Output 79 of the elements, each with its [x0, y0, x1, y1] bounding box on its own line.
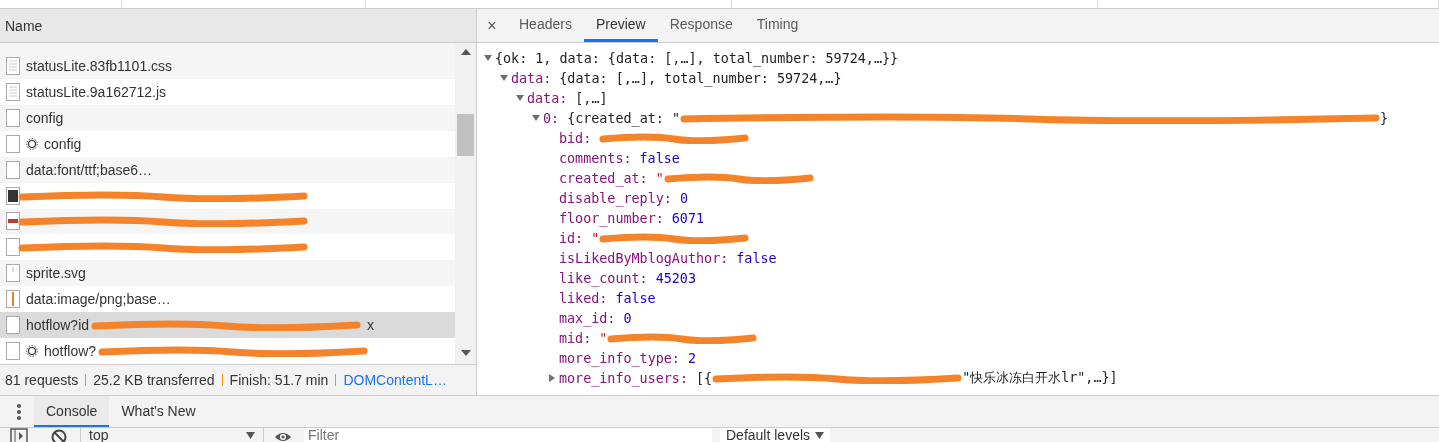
property-value: [,…]: [575, 90, 608, 106]
property-value: {created_at: ": [567, 110, 680, 126]
request-name: sprite.svg: [26, 265, 86, 282]
property-value: false: [639, 150, 680, 166]
request-row[interactable]: statusLite.83fb1101.css: [0, 52, 455, 79]
request-row[interactable]: data:font/ttf;base6…: [0, 156, 455, 183]
request-name: statusLite.83fb1101.css: [26, 57, 173, 74]
expanded-triangle-icon[interactable]: [531, 113, 541, 123]
request-name: hotflow?: [44, 343, 97, 360]
detail-tab[interactable]: Timing: [744, 9, 811, 42]
detail-tab[interactable]: Preview: [583, 9, 658, 42]
property-key: data:: [511, 70, 552, 86]
request-name: hotflow?id: [26, 317, 90, 334]
request-name: data:font/ttf;base6…: [26, 161, 153, 178]
clear-console-icon[interactable]: [50, 428, 68, 442]
property-value: 2: [687, 350, 696, 366]
sidebar-toggle-icon[interactable]: [10, 428, 28, 442]
more-menu-icon[interactable]: [16, 402, 22, 421]
property-value: 6071: [671, 210, 705, 226]
summary-text: Finish: 51.7 min: [229, 372, 329, 388]
summary-text: 81 requests: [5, 372, 79, 388]
filter-field[interactable]: Filter: [304, 428, 712, 442]
property-key: data:: [527, 90, 568, 106]
property-key: floor_number:: [559, 210, 664, 226]
property-key: more_info_users:: [559, 370, 688, 386]
property-key: isLikedByMblogAuthor:: [559, 250, 729, 266]
detail-tab[interactable]: Response: [657, 9, 745, 42]
scroll-down-arrow-icon[interactable]: [460, 350, 471, 356]
caret-icon: [246, 431, 255, 439]
property-value: false: [615, 290, 656, 306]
expanded-triangle-icon[interactable]: [515, 93, 525, 103]
detail-tab[interactable]: Headers: [507, 9, 584, 42]
log-levels-dropdown[interactable]: Default levels: [720, 428, 831, 442]
domcontentloaded-link[interactable]: DOMContentL…: [343, 372, 447, 388]
expanded-triangle-icon[interactable]: [499, 73, 509, 83]
request-row[interactable]: hotflow?id x: [0, 312, 455, 339]
caret-icon: [815, 431, 825, 439]
property-key: liked:: [559, 290, 608, 306]
request-row[interactable]: config: [0, 104, 455, 131]
property-value: {data: [,…], total_number: 59724,…}: [559, 70, 842, 86]
summary-text: 25.2 KB transferred: [93, 372, 215, 388]
scroll-up-arrow-icon[interactable]: [460, 49, 471, 55]
drawer-tab[interactable]: What's New: [109, 396, 208, 427]
property-key: created_at:: [559, 170, 648, 186]
request-name: x: [367, 317, 375, 334]
property-value: {ok: 1, data: {data: [,…], total_number: 59724,…}}: [495, 50, 899, 66]
drawer-tab[interactable]: Console: [34, 396, 110, 427]
property-value: }: [1380, 110, 1389, 126]
property-key: id:: [559, 230, 584, 246]
request-row[interactable]: [0, 208, 455, 235]
property-key: comments:: [559, 150, 632, 166]
property-key: disable_reply:: [559, 190, 672, 206]
request-name: statusLite.9a162712.js: [26, 83, 167, 100]
property-key: max_id:: [559, 310, 616, 326]
expanded-triangle-icon[interactable]: [483, 53, 493, 63]
property-value: 45203: [655, 270, 696, 286]
property-value: false: [736, 250, 777, 266]
property-value: [{: [696, 370, 713, 386]
request-name: config: [44, 135, 82, 152]
collapsed-triangle-icon[interactable]: [547, 373, 557, 383]
property-key: 0:: [543, 110, 560, 126]
name-column-header[interactable]: Name: [0, 9, 476, 43]
property-key: bid:: [559, 130, 592, 146]
scrollbar[interactable]: [455, 43, 476, 364]
property-key: like_count:: [559, 270, 648, 286]
context-select[interactable]: top: [80, 428, 264, 442]
property-value: 0: [679, 190, 688, 206]
property-value: ": [655, 170, 664, 186]
request-row[interactable]: sprite.svg: [0, 260, 455, 287]
scrollbar-thumb[interactable]: [457, 114, 474, 156]
request-name: config: [26, 109, 64, 126]
property-value: "快乐冰冻白开水lr",…}]: [962, 369, 1118, 387]
close-button[interactable]: ×: [477, 9, 507, 42]
property-key: more_info_type:: [559, 350, 680, 366]
property-key: mid:: [559, 330, 592, 346]
property-value: ": [591, 230, 600, 246]
property-value: ": [599, 330, 608, 346]
property-value: 0: [623, 310, 632, 326]
request-name: data:image/png;base…: [26, 291, 171, 308]
